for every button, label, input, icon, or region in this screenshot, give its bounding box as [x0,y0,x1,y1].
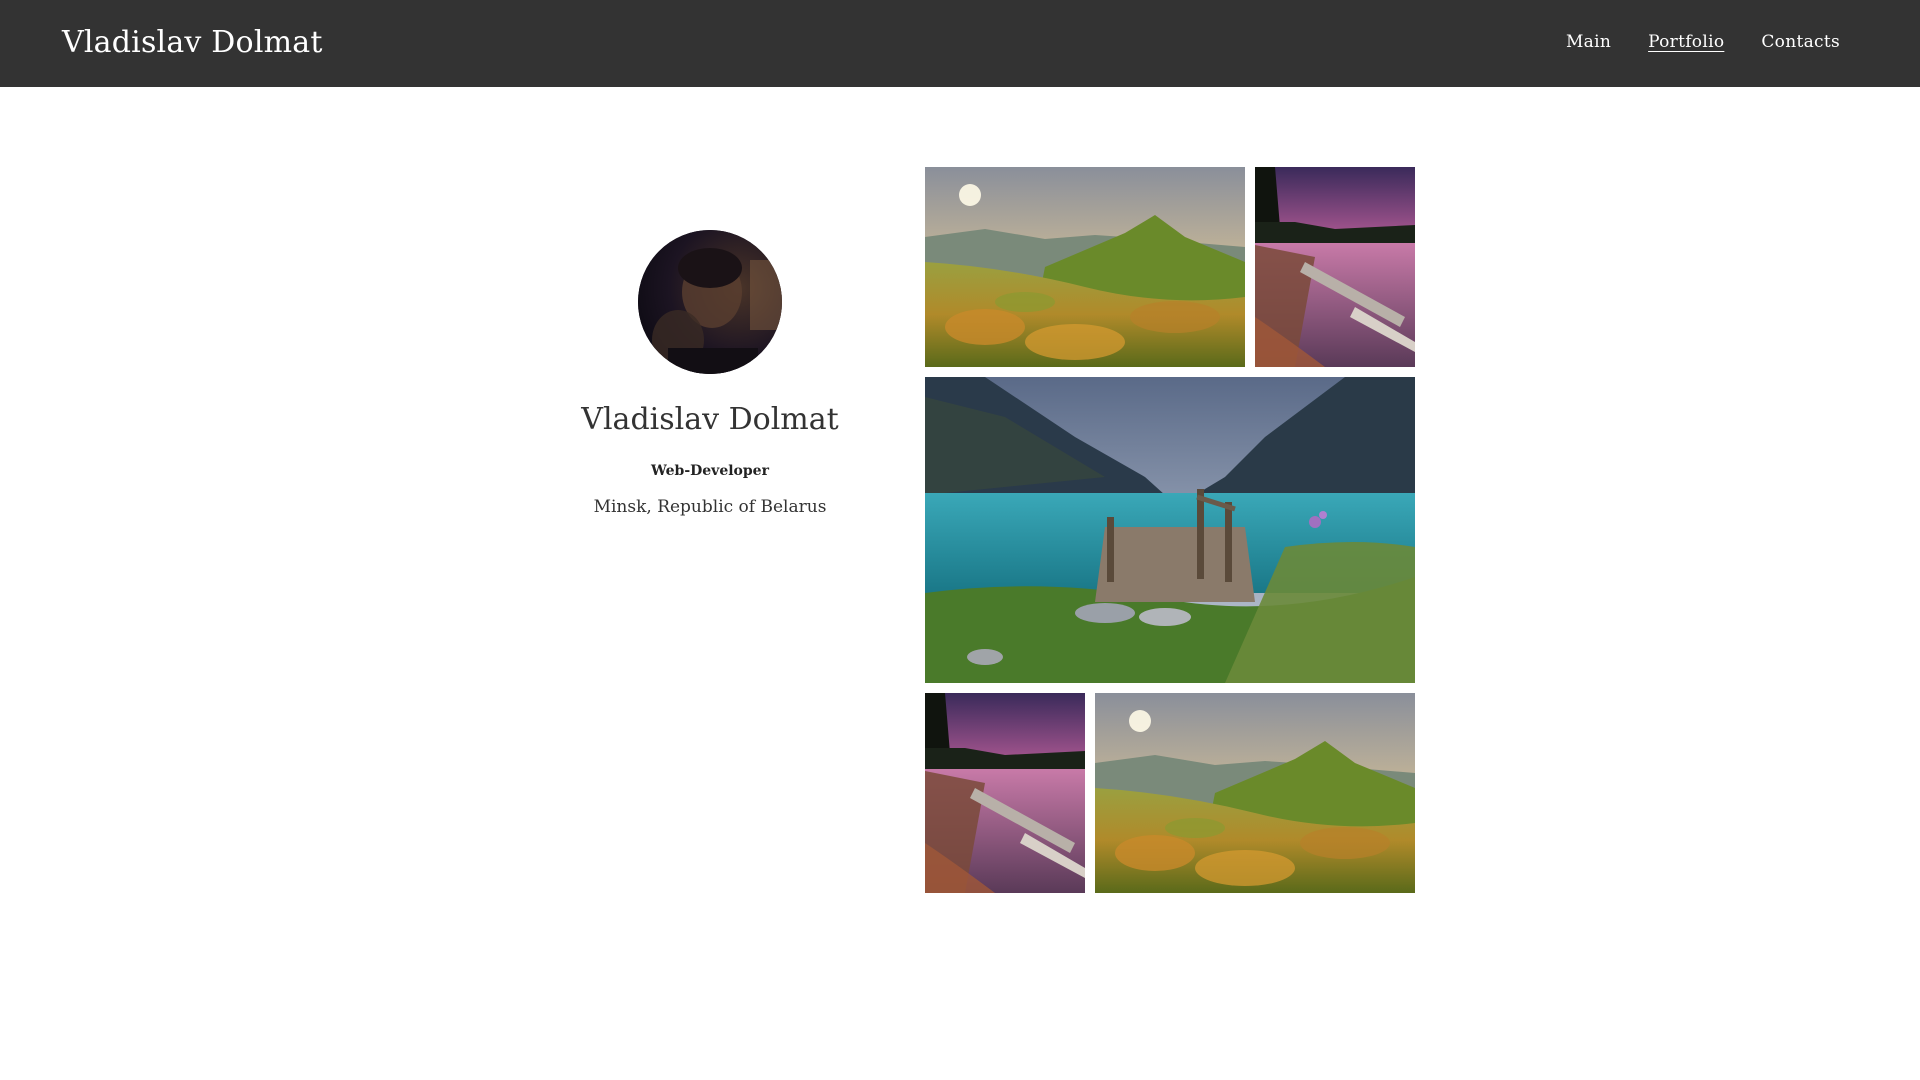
nav-link-main[interactable]: Main [1566,30,1611,54]
gallery-photo-mountain-meadow[interactable] [925,167,1245,367]
nav-link-contacts[interactable]: Contacts [1761,30,1840,54]
gallery-photo-forest-lake-2[interactable] [925,693,1085,893]
main-nav: Main Portfolio Contacts [1566,30,1840,54]
profile-location: Minsk, Republic of Belarus [593,497,827,517]
gallery-photo-mountain-meadow-2[interactable] [1095,693,1415,893]
avatar [638,230,782,374]
profile-role: Web-Developer [651,463,769,479]
top-navbar: Vladislav Dolmat Main Portfolio Contacts [0,0,1920,87]
gallery-photo-lake-pier[interactable] [925,377,1415,683]
gallery-photo-forest-lake[interactable] [1255,167,1415,367]
profile-name: Vladislav Dolmat [581,402,839,437]
brand-logo-link[interactable]: Vladislav Dolmat [62,24,323,62]
profile-card: Vladislav Dolmat Web-Developer Minsk, Re… [560,230,860,518]
nav-link-portfolio[interactable]: Portfolio [1648,30,1724,54]
